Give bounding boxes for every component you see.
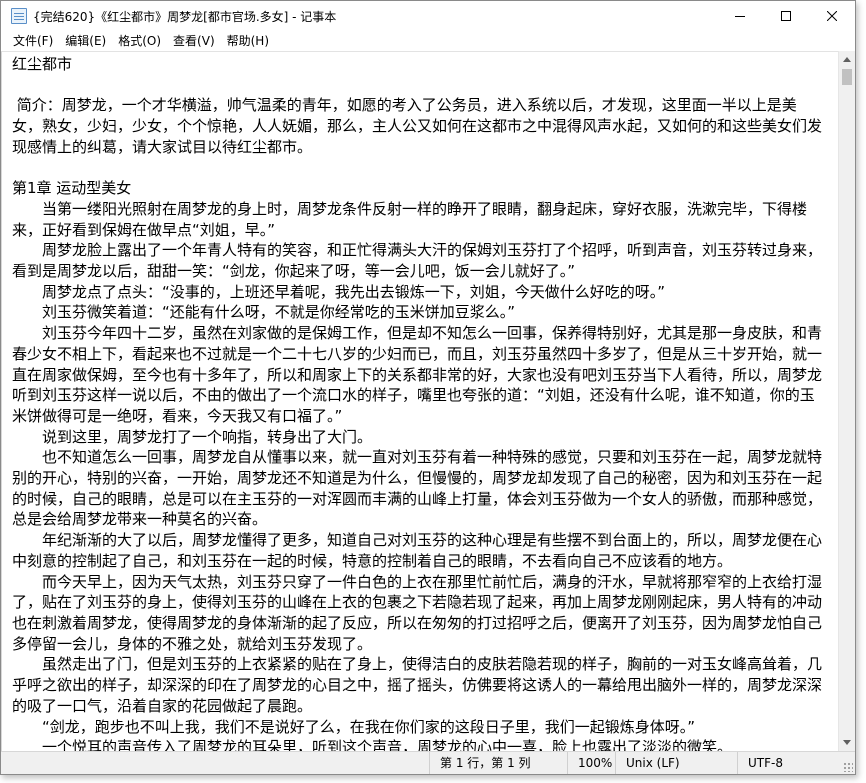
text-line: 当第一缕阳光照射在周梦龙的身上时，周梦龙条件反射一样的睁开了眼睛，翻身起床，穿好… — [12, 199, 808, 239]
desktop-background — [856, 0, 866, 783]
close-icon — [827, 11, 837, 21]
menu-edit[interactable]: 编辑(E) — [59, 31, 112, 51]
chevron-down-icon — [843, 740, 851, 745]
text-line: 刘玉芬今年四十二岁，虽然在刘家做的是保姆工作，但是却不知怎么一回事，保养得特别好… — [12, 324, 823, 425]
text-line: 说到这里，周梦龙打了一个响指，转身出了大门。 — [12, 427, 373, 446]
text-line: 一个悦耳的声音传入了周梦龙的耳朵里，听到这个声音，周梦龙的心中一喜，脸上也露出了… — [12, 738, 733, 751]
notepad-icon — [11, 8, 27, 24]
resize-grip[interactable] — [843, 762, 853, 772]
text-line: 第1章 运动型美女 — [12, 179, 132, 198]
text-line: 周梦龙点了点头：“没事的，上班还早着呢，我先出去锻炼一下，刘姐，今天做什么好吃的… — [12, 282, 666, 301]
text-line: 周梦龙脸上露出了一个年青人特有的笑容，和正忙得满头大汗的保姆刘玉芬打了个招呼，听… — [12, 241, 823, 281]
text-line: 简介：周梦龙，一个才华横溢，帅气温柔的青年，如愿的考入了公务员，进入系统以后，才… — [12, 96, 823, 156]
text-line: “剑龙，跑步也不叫上我，我们不是说好了么，在我在你们家的这段日子里，我们一起锻炼… — [12, 717, 696, 736]
title-bar[interactable]: {完结620}《红尘都市》周梦龙[都市官场.多女] - 记事本 — [1, 1, 855, 31]
text-line — [12, 75, 822, 96]
status-bar: 第 1 行，第 1 列 100% Unix (LF) UTF-8 — [1, 751, 855, 774]
notepad-window: {完结620}《红尘都市》周梦龙[都市官场.多女] - 记事本 文件(F) 编辑… — [0, 0, 856, 775]
chevron-up-icon — [843, 57, 851, 62]
menu-file[interactable]: 文件(F) — [7, 31, 59, 51]
scroll-down-button[interactable] — [839, 734, 855, 751]
menu-view[interactable]: 查看(V) — [167, 31, 221, 51]
text-editor[interactable]: 红尘都市 简介：周梦龙，一个才华横溢，帅气温柔的青年，如愿的考入了公务员，进入系… — [1, 51, 838, 751]
status-cursor-position: 第 1 行，第 1 列 — [429, 752, 531, 774]
minimize-icon — [735, 16, 745, 17]
desktop-background-bottom — [0, 775, 866, 783]
text-line: 红尘都市 — [12, 55, 73, 73]
status-line-ending: Unix (LF) — [615, 752, 680, 774]
text-line — [12, 158, 822, 179]
text-line: 年纪渐渐的大了以后，周梦龙懂得了更多，知道自己对刘玉芬的这种心理是有些摆不到台面… — [12, 531, 823, 570]
scroll-thumb[interactable] — [842, 69, 852, 85]
maximize-button[interactable] — [763, 1, 809, 31]
menu-help[interactable]: 帮助(H) — [221, 31, 275, 51]
document-text[interactable]: 红尘都市 简介：周梦龙，一个才华横溢，帅气温柔的青年，如愿的考入了公务员，进入系… — [2, 52, 822, 751]
close-button[interactable] — [809, 1, 855, 31]
window-controls — [717, 1, 855, 31]
minimize-button[interactable] — [717, 1, 763, 31]
text-line: 也不知道怎么一回事，周梦龙自从懂事以来，就一直对刘玉芬有着一种特殊的感觉，只要和… — [12, 448, 823, 529]
text-line: 虽然走出了门，但是刘玉芬的上衣紧紧的贴在了身上，使得洁白的皮肤若隐若现的样子，胸… — [12, 655, 823, 715]
menu-bar: 文件(F) 编辑(E) 格式(O) 查看(V) 帮助(H) — [1, 31, 855, 51]
text-line: 而今天早上，因为天气太热，刘玉芬只穿了一件白色的上衣在那里忙前忙后，满身的汗水，… — [12, 572, 823, 653]
text-line: 刘玉芬微笑着道：“还能有什么呀，不就是你经常吃的玉米饼加豆浆么。” — [12, 303, 516, 322]
maximize-icon — [781, 11, 791, 21]
scroll-up-button[interactable] — [839, 51, 855, 68]
status-zoom: 100% — [567, 752, 612, 774]
status-encoding: UTF-8 — [737, 752, 783, 774]
vertical-scrollbar[interactable] — [838, 51, 855, 751]
menu-format[interactable]: 格式(O) — [112, 31, 167, 51]
window-title: {完结620}《红尘都市》周梦龙[都市官场.多女] - 记事本 — [33, 9, 337, 24]
